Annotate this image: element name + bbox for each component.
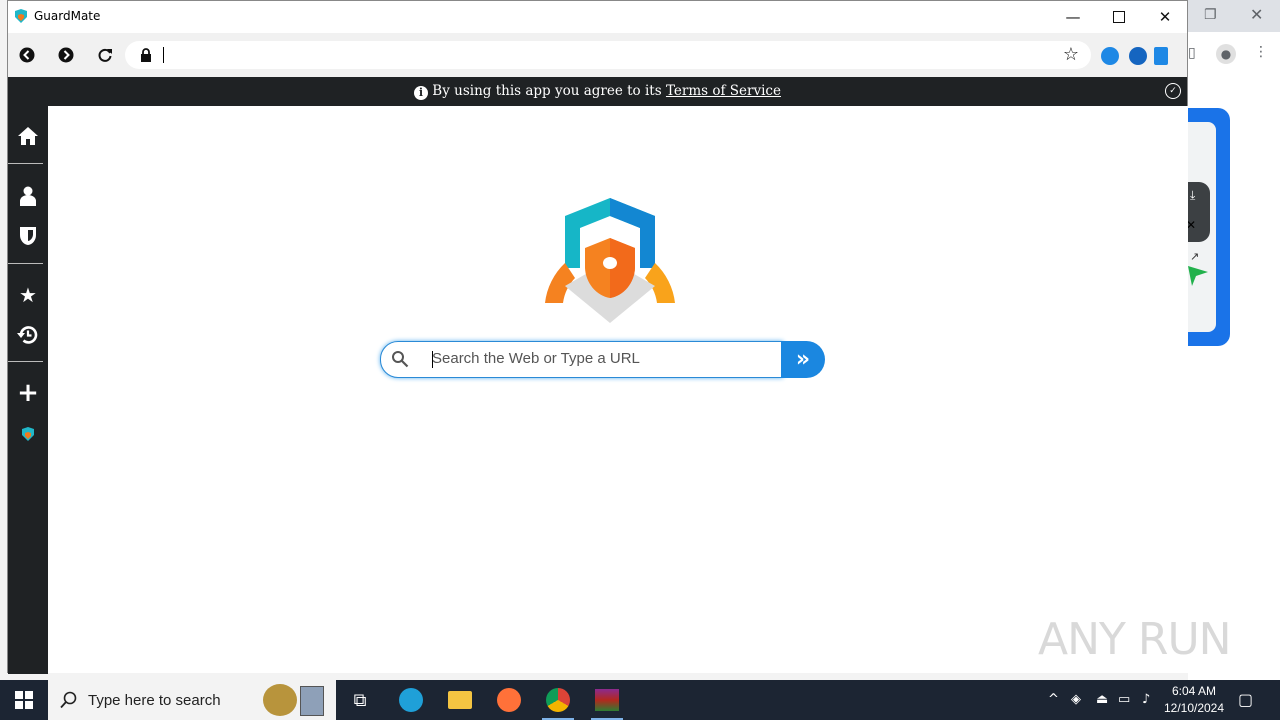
background-titlebar: ❐ ✕	[1188, 0, 1280, 32]
star-icon: ★	[19, 283, 37, 307]
sidebar-divider	[8, 263, 43, 264]
sidebar-account[interactable]	[14, 182, 42, 210]
clock-time: 6:04 AM	[1171, 684, 1217, 698]
bookmark-star-icon[interactable]: ☆	[1063, 44, 1079, 65]
titlebar: GuardMate — ✕	[8, 1, 1187, 33]
guardmate-window: GuardMate — ✕ ☆ i By using this app you …	[7, 0, 1188, 674]
task-view-icon: ⧉	[353, 689, 367, 711]
sidebar-divider	[8, 361, 43, 362]
winrar-icon	[595, 689, 619, 711]
window-title: GuardMate	[34, 9, 101, 23]
sidebar-bookmarks[interactable]: ★	[14, 281, 42, 309]
notification-icon[interactable]: ▢	[1238, 690, 1253, 709]
minimize-icon: —	[1065, 8, 1081, 26]
taskbar-file-explorer[interactable]	[440, 684, 480, 716]
sidepanel-icon[interactable]: ▯	[1188, 45, 1196, 61]
terms-notice-prefix: By using this app you agree to its	[432, 83, 666, 99]
sidebar: ★ +	[8, 106, 48, 674]
history-icon	[17, 326, 38, 344]
close-icon[interactable]: ✕	[1250, 5, 1263, 24]
show-hidden-icons-icon[interactable]: ^	[1048, 692, 1059, 707]
download-pill[interactable]: ⤓	[1188, 182, 1210, 242]
info-icon: i	[414, 86, 428, 100]
search-submit-button[interactable]: »	[781, 341, 825, 378]
search-icon	[392, 351, 409, 368]
sidebar-history[interactable]	[14, 321, 42, 349]
maximize-button[interactable]	[1096, 1, 1142, 33]
chrome-icon	[546, 688, 570, 712]
menu-icon[interactable]: ⋮	[1254, 44, 1268, 60]
taskbar-edge[interactable]	[391, 684, 431, 716]
text-caret	[432, 351, 433, 368]
taskbar: Type here to search ⧉ ^ ◈ ⏏ ▭ ♪ 6:04 AM …	[0, 680, 1280, 720]
profile-icon[interactable]: ●	[1216, 44, 1236, 64]
windows-icon	[15, 691, 33, 709]
reload-icon	[98, 48, 112, 62]
open-external-icon[interactable]: ↗	[1190, 250, 1199, 263]
add-icon: +	[17, 378, 39, 408]
sidebar-guardmate[interactable]	[14, 420, 42, 448]
background-toolbar: ▯ ● ⋮	[1188, 32, 1280, 78]
edge-icon	[399, 688, 423, 712]
lock-icon	[141, 48, 151, 62]
address-input[interactable]	[163, 47, 164, 63]
forward-button[interactable]	[54, 43, 78, 67]
taskbar-winrar[interactable]	[587, 684, 627, 720]
watermark: ANY RUN	[1038, 614, 1232, 665]
taskbar-firefox[interactable]	[489, 684, 529, 716]
minimize-button[interactable]: —	[1050, 1, 1096, 33]
terms-of-service-link[interactable]: Terms of Service	[666, 83, 781, 99]
navigation-bar: ☆	[8, 33, 1187, 77]
usb-icon[interactable]: ⏏	[1096, 692, 1108, 707]
shield-icon	[19, 227, 37, 245]
search-highlight-icon	[300, 686, 324, 716]
firefox-icon	[497, 688, 521, 712]
download-icon: ⤓	[1190, 188, 1196, 202]
close-button[interactable]: ✕	[1142, 1, 1188, 33]
docs-extension-icon[interactable]	[1154, 47, 1168, 65]
sidebar-home[interactable]	[14, 122, 42, 150]
guardmate-tray-icon[interactable]: ◈	[1071, 692, 1081, 707]
taskbar-search-placeholder: Type here to search	[88, 692, 221, 709]
forward-icon	[58, 47, 74, 63]
taskbar-chrome[interactable]	[538, 684, 578, 720]
search-box	[380, 341, 783, 378]
shield-extension-icon[interactable]	[1101, 47, 1119, 65]
search-highlight-icon	[263, 684, 297, 716]
terms-notice-text: i By using this app you agree to its Ter…	[8, 83, 1187, 100]
terms-notice-bar: i By using this app you agree to its Ter…	[8, 77, 1187, 106]
restore-icon[interactable]: ❐	[1204, 7, 1217, 23]
reload-button[interactable]	[93, 43, 117, 67]
compass-extension-icon[interactable]	[1129, 47, 1147, 65]
back-button[interactable]	[15, 43, 39, 67]
start-button[interactable]	[0, 680, 48, 720]
double-chevron-right-icon: »	[795, 347, 811, 372]
sidebar-protection[interactable]	[14, 222, 42, 250]
maximize-icon	[1113, 11, 1125, 23]
volume-icon[interactable]: ♪	[1142, 692, 1150, 707]
main-content: »	[48, 106, 1188, 673]
dismiss-check-icon[interactable]: ✓	[1165, 83, 1181, 99]
sidebar-divider	[8, 163, 43, 164]
clock[interactable]: 6:04 AM 12/10/2024	[1160, 683, 1228, 717]
network-icon[interactable]: ▭	[1118, 692, 1130, 707]
guardmate-icon	[22, 427, 34, 441]
guardmate-logo-icon	[15, 9, 27, 23]
close-icon: ✕	[1158, 8, 1172, 26]
home-icon	[18, 127, 38, 145]
clock-date: 12/10/2024	[1163, 701, 1225, 715]
arrow-icon	[1188, 266, 1208, 286]
address-bar[interactable]: ☆	[125, 41, 1091, 69]
guardmate-logo	[545, 198, 675, 323]
taskbar-task-view[interactable]: ⧉	[340, 684, 380, 716]
sidebar-add[interactable]: +	[14, 378, 42, 408]
file-explorer-icon	[448, 691, 472, 709]
back-icon	[19, 47, 35, 63]
search-icon	[60, 691, 77, 709]
search-input[interactable]	[432, 342, 762, 375]
user-icon	[20, 186, 36, 206]
taskbar-search[interactable]: Type here to search	[48, 680, 336, 720]
